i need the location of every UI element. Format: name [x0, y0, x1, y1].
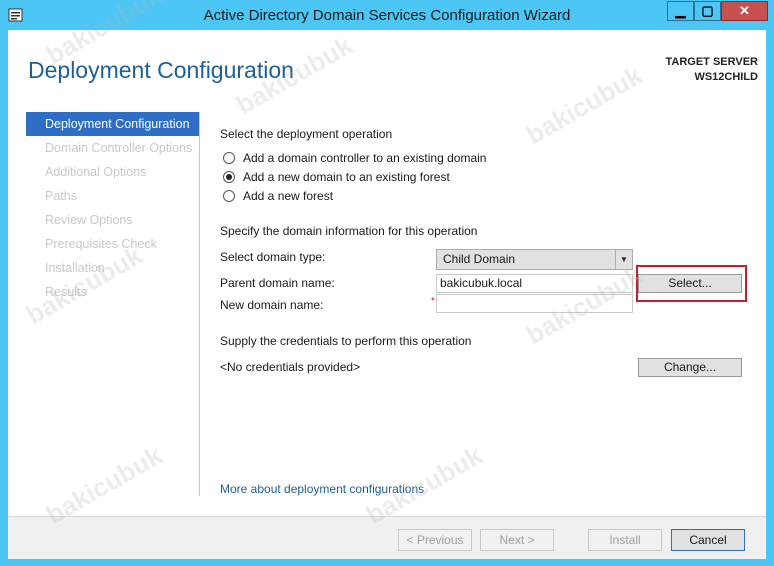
radio-checked-icon[interactable] — [223, 171, 235, 183]
maximize-button[interactable]: ▢ — [694, 1, 721, 21]
nav-item-review-options: Review Options — [45, 213, 133, 227]
close-icon: ✕ — [739, 3, 750, 18]
more-about-link[interactable]: More about deployment configurations — [220, 482, 424, 496]
next-button[interactable]: Next > — [480, 529, 554, 551]
parent-domain-label: Parent domain name: — [220, 276, 335, 290]
change-credentials-button[interactable]: Change... — [638, 358, 742, 377]
target-server-name: WS12CHILD — [694, 71, 758, 83]
minimize-icon: ▁ — [675, 3, 686, 18]
target-server-label: TARGET SERVER — [665, 56, 759, 68]
nav-item-installation: Installation — [45, 261, 105, 275]
parent-domain-input[interactable]: bakicubuk.local — [436, 274, 633, 293]
title-bar[interactable]: Active Directory Domain Services Configu… — [0, 0, 774, 30]
radio-label: Add a domain controller to an existing d… — [243, 151, 487, 165]
new-domain-input[interactable] — [436, 294, 633, 313]
domain-info-heading: Specify the domain information for this … — [220, 224, 478, 238]
radio-circle-icon[interactable] — [223, 190, 235, 202]
wizard-client-area: Deployment Configuration TARGET SERVER W… — [8, 30, 766, 559]
wizard-nav: Deployment Configuration Domain Controll… — [26, 112, 200, 304]
radio-add-new-domain-existing-forest[interactable]: Add a new domain to an existing forest — [223, 168, 450, 186]
install-button[interactable]: Install — [588, 529, 662, 551]
radio-label: Add a new domain to an existing forest — [243, 170, 450, 184]
nav-item-results: Results — [45, 285, 87, 299]
radio-circle-icon[interactable] — [223, 152, 235, 164]
minimize-button[interactable]: ▁ — [667, 1, 694, 21]
previous-button[interactable]: < Previous — [398, 529, 472, 551]
wizard-window: Active Directory Domain Services Configu… — [0, 0, 774, 566]
nav-item-additional-options: Additional Options — [45, 165, 147, 179]
domain-type-value: Child Domain — [443, 252, 516, 266]
credentials-status: <No credentials provided> — [220, 360, 361, 374]
required-indicator: * — [431, 296, 435, 307]
deployment-heading: Select the deployment operation — [220, 127, 393, 141]
credentials-heading: Supply the credentials to perform this o… — [220, 334, 472, 348]
nav-divider — [199, 112, 200, 496]
window-title: Active Directory Domain Services Configu… — [203, 7, 571, 24]
domain-type-label: Select domain type: — [220, 250, 326, 264]
highlight-box — [636, 265, 747, 302]
nav-item-paths: Paths — [45, 189, 77, 203]
nav-item-prerequisites-check: Prerequisites Check — [45, 237, 157, 251]
maximize-icon: ▢ — [701, 3, 714, 18]
new-domain-label: New domain name: — [220, 298, 324, 312]
radio-label: Add a new forest — [243, 189, 334, 203]
close-button[interactable]: ✕ — [721, 1, 768, 21]
page-title: Deployment Configuration — [28, 57, 294, 83]
radio-add-new-forest[interactable]: Add a new forest — [223, 187, 333, 205]
nav-item-domain-controller-options: Domain Controller Options — [45, 141, 193, 155]
cancel-button[interactable]: Cancel — [671, 529, 745, 551]
nav-item-deployment-configuration[interactable]: Deployment Configuration — [26, 112, 200, 136]
radio-add-dc-existing-domain[interactable]: Add a domain controller to an existing d… — [223, 149, 486, 167]
dropdown-arrow-icon[interactable]: ▼ — [615, 250, 632, 269]
wizard-footer: < Previous Next > Install Cancel — [8, 516, 766, 559]
domain-type-select[interactable]: Child Domain ▼ — [436, 249, 633, 270]
